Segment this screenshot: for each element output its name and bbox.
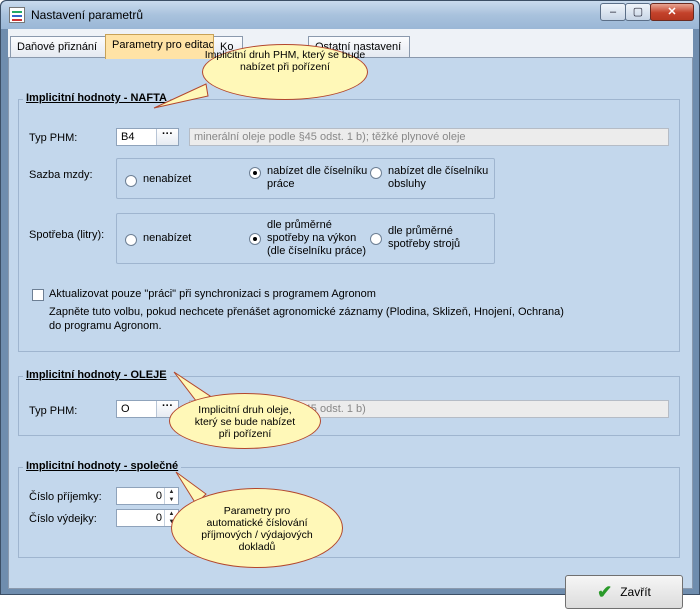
title-bar[interactable]: Nastavení parametrů – ▢ ✕: [1, 1, 699, 29]
spotreba-group: nenabízet dle průměrné spotřeby na výkon…: [116, 213, 495, 264]
nafta-typ-description: minerální oleje podle §45 odst. 1 b); tě…: [189, 128, 669, 146]
spotreba-option-nenabizet[interactable]: nenabízet: [125, 232, 191, 246]
maximize-button[interactable]: ▢: [625, 3, 651, 21]
checkmark-icon: ✔: [597, 581, 613, 602]
tab-danove-priznani[interactable]: Daňové přiznání: [10, 36, 106, 58]
zavrit-button[interactable]: ✔ Zavřít: [565, 575, 683, 609]
group-oleje-label: Implicitní hodnoty - OLEJE: [23, 369, 170, 381]
group-spolecne-label: Implicitní hodnoty - společné: [23, 460, 182, 472]
vydejka-value: 0: [155, 512, 162, 524]
agronom-sync-checkbox[interactable]: [32, 289, 44, 301]
nafta-typ-value: B4: [121, 131, 135, 143]
app-icon: [9, 7, 25, 23]
tab-parametry-pro-editaci[interactable]: Parametry pro editaci: [105, 34, 214, 59]
group-oleje: Implicitní hodnoty - OLEJE Typ PHM: O ··…: [18, 369, 680, 436]
vydejka-spinner[interactable]: 0 ▲▼: [116, 509, 179, 527]
group-spolecne: Implicitní hodnoty - společné Číslo příj…: [18, 460, 680, 558]
window-title: Nastavení parametrů: [31, 8, 144, 22]
sazba-option-nenabizet[interactable]: nenabízet: [125, 173, 191, 187]
agronom-sync-label: Aktualizovat pouze "práci" při synchroni…: [49, 288, 376, 300]
radio-selected-icon: [249, 167, 261, 179]
callout-tail-phm: [153, 83, 209, 109]
group-nafta: Implicitní hodnoty - NAFTA Typ PHM: B4 ·…: [18, 92, 680, 352]
callout-olej: Implicitní druh oleje, který se bude nab…: [169, 393, 321, 449]
radio-icon: [125, 175, 137, 187]
sazba-option-cislenik-obsluhy[interactable]: nabízet dle číselníku obsluhy: [370, 165, 492, 191]
nafta-typ-label: Typ PHM:: [29, 132, 78, 144]
radio-icon: [125, 234, 137, 246]
group-nafta-label: Implicitní hodnoty - NAFTA: [23, 92, 170, 104]
sazba-mzdy-label: Sazba mzdy:: [29, 169, 93, 181]
tab-panel: Implicitní hodnoty - NAFTA Typ PHM: B4 ·…: [8, 57, 693, 609]
prijemka-spin-buttons[interactable]: ▲ ▼: [164, 488, 178, 504]
prijemka-value: 0: [155, 490, 162, 502]
prijemka-label: Číslo příjemky:: [29, 491, 102, 503]
client-area: Daňové přiznání Parametry pro editaci Ko…: [8, 29, 693, 609]
callout-cislovani: Parametry pro automatické číslování příj…: [171, 488, 343, 568]
oleje-typ-value: O: [121, 403, 130, 415]
spotreba-label: Spotřeba (litry):: [29, 229, 105, 241]
vydejka-label: Číslo výdejky:: [29, 513, 97, 525]
zavrit-label: Zavřít: [620, 585, 651, 599]
oleje-typ-label: Typ PHM:: [29, 405, 78, 417]
spotreba-option-stroje[interactable]: dle průměrné spotřeby strojů: [370, 225, 470, 251]
minimize-button[interactable]: –: [600, 3, 626, 21]
sazba-mzdy-group: nenabízet nabízet dle číselníku práce na…: [116, 158, 495, 199]
radio-selected-icon: [249, 233, 261, 245]
callout-phm: Implicitní druh PHM, který se bude nabíz…: [202, 44, 368, 100]
radio-icon: [370, 233, 382, 245]
prijemka-spinner[interactable]: 0 ▲ ▼: [116, 487, 179, 505]
close-window-button[interactable]: ✕: [650, 3, 694, 21]
agronom-sync-help: Zapněte tuto volbu, pokud nechcete přená…: [49, 306, 564, 332]
spotreba-option-vykon[interactable]: dle průměrné spotřeby na výkon (dle číse…: [249, 219, 371, 258]
radio-icon: [370, 167, 382, 179]
nafta-typ-input[interactable]: B4 ···: [116, 128, 179, 146]
nafta-typ-browse-button[interactable]: ···: [156, 129, 178, 145]
sazba-option-cislenik-prace[interactable]: nabízet dle číselníku práce: [249, 165, 369, 191]
